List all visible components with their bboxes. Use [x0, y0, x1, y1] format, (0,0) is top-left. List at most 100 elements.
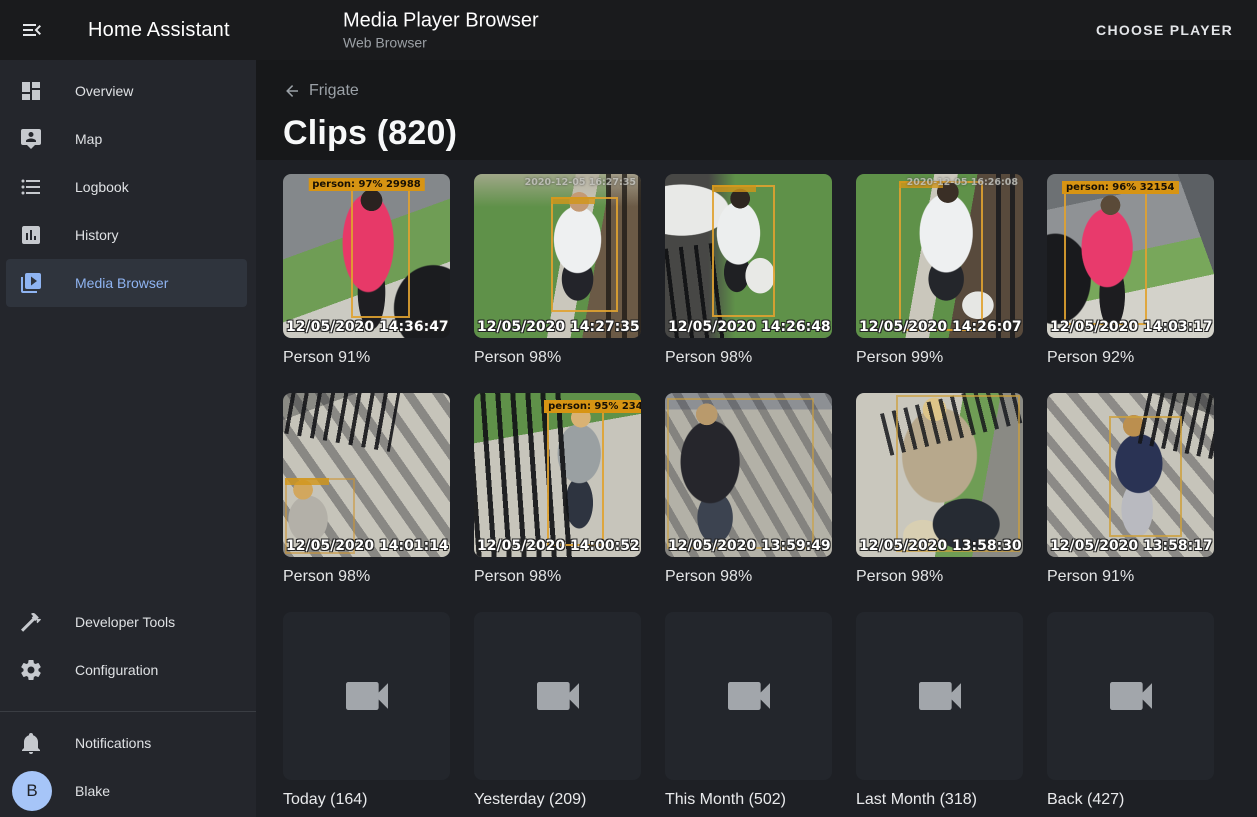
folder-tile-today[interactable]: Today (164)	[283, 612, 450, 809]
clip-timestamp-overlay: 12/05/2020 14:03:17	[1050, 319, 1212, 335]
clips-grid: person: 97% 29988 12/05/2020 14:36:47 Pe…	[283, 174, 1230, 809]
sidebar-item-user-profile[interactable]: B Blake	[0, 767, 256, 815]
sidebar-footer: Developer Tools Configuration Notificatio…	[0, 598, 256, 817]
detection-bounding-box	[667, 398, 814, 549]
video-camera-icon	[1103, 668, 1159, 724]
clip-label: Person 92%	[1047, 349, 1214, 367]
detection-bounding-box	[1109, 416, 1182, 537]
sidebar-item-history[interactable]: History	[0, 211, 256, 259]
clip-label: Person 98%	[856, 568, 1023, 586]
logbook-list-icon	[19, 175, 43, 199]
folder-tile-last-month[interactable]: Last Month (318)	[856, 612, 1023, 809]
hammer-icon	[19, 610, 43, 634]
sidebar-item-label: Overview	[75, 83, 133, 99]
sidebar: Overview Map Logbook History Media Browser D…	[0, 60, 256, 817]
sidebar-item-logbook[interactable]: Logbook	[0, 163, 256, 211]
clip-thumbnail: 12/05/2020 13:58:17	[1047, 393, 1214, 557]
clip-label: Person 98%	[474, 568, 641, 586]
dashboard-icon	[19, 79, 43, 103]
sidebar-item-notifications[interactable]: Notifications	[0, 719, 256, 767]
clip-timestamp-overlay: 12/05/2020 13:59:49	[668, 538, 830, 554]
media-browser-header: Frigate Clips (820)	[256, 60, 1257, 160]
clip-tile[interactable]: person: 95% 23432 12/05/2020 14:00:52 Pe…	[474, 393, 641, 612]
sidebar-item-label: Media Browser	[75, 275, 168, 291]
clip-label: Person 98%	[665, 568, 832, 586]
arrow-left-icon	[283, 82, 301, 100]
sidebar-item-label: Map	[75, 131, 102, 147]
sidebar-item-media-browser[interactable]: Media Browser	[6, 259, 247, 307]
folder-label: Last Month (318)	[856, 791, 1023, 809]
clip-label: Person 91%	[1047, 568, 1214, 586]
clip-tile[interactable]: 12/05/2020 13:58:17 Person 91%	[1047, 393, 1214, 612]
avatar: B	[12, 771, 52, 811]
clip-thumbnail: person: 97% 29988 12/05/2020 14:36:47	[283, 174, 450, 338]
media-browser-icon	[19, 271, 43, 295]
clip-tile[interactable]: person: 96% 32154 12/05/2020 14:03:17 Pe…	[1047, 174, 1214, 393]
gear-icon	[19, 658, 43, 682]
folder-thumbnail	[665, 612, 832, 780]
menu-open-icon	[20, 18, 44, 42]
page-title-block: Media Player Browser Web Browser	[343, 10, 539, 51]
clip-label: Person 98%	[474, 349, 641, 367]
media-browser-panel: Frigate Clips (820) person: 97% 29988 12…	[256, 60, 1257, 817]
app-title: Home Assistant	[88, 19, 230, 42]
clip-tile[interactable]: 2020-12-05 16:26:08 12/05/2020 14:26:07 …	[856, 174, 1023, 393]
folder-thumbnail	[1047, 612, 1214, 780]
folder-tile-yesterday[interactable]: Yesterday (209)	[474, 612, 641, 809]
clip-thumbnail: 12/05/2020 13:58:30	[856, 393, 1023, 557]
folder-tile-back[interactable]: Back (427)	[1047, 612, 1214, 809]
folder-tile-this-month[interactable]: This Month (502)	[665, 612, 832, 809]
video-camera-icon	[530, 668, 586, 724]
clip-label: Person 98%	[283, 568, 450, 586]
folder-label: Today (164)	[283, 791, 450, 809]
sidebar-footer-nav: Developer Tools Configuration	[0, 598, 256, 694]
detection-bounding-box	[896, 395, 1020, 552]
clip-timestamp-overlay: 12/05/2020 13:58:30	[859, 538, 1021, 554]
sidebar-toggle-button[interactable]	[8, 6, 56, 54]
video-camera-icon	[912, 668, 968, 724]
folder-thumbnail	[474, 612, 641, 780]
bell-icon	[19, 731, 43, 755]
detection-score-label: person: 96% 32154	[1062, 181, 1179, 194]
clip-thumbnail: 2020-12-05 16:26:08 12/05/2020 14:26:07	[856, 174, 1023, 338]
choose-player-button[interactable]: CHOOSE PLAYER	[1088, 12, 1241, 48]
breadcrumb-back-button[interactable]: Frigate	[283, 82, 359, 100]
folder-thumbnail	[856, 612, 1023, 780]
sidebar-item-label: Developer Tools	[75, 614, 175, 630]
clip-timestamp-overlay: 12/05/2020 13:58:17	[1050, 538, 1212, 554]
clip-tile[interactable]: person: 97% 29988 12/05/2020 14:36:47 Pe…	[283, 174, 450, 393]
page-subtitle: Web Browser	[343, 35, 539, 51]
clip-tile[interactable]: 12/05/2020 13:59:49 Person 98%	[665, 393, 832, 612]
folder-label: Back (427)	[1047, 791, 1214, 809]
sidebar-item-map[interactable]: Map	[0, 115, 256, 163]
clip-tile[interactable]: 12/05/2020 13:58:30 Person 98%	[856, 393, 1023, 612]
sidebar-item-label: Logbook	[75, 179, 129, 195]
detection-bounding-box	[351, 189, 409, 319]
breadcrumb-label: Frigate	[309, 82, 359, 100]
detection-bounding-box	[551, 197, 618, 312]
clip-label: Person 99%	[856, 349, 1023, 367]
folder-label: This Month (502)	[665, 791, 832, 809]
clip-thumbnail: 12/05/2020 14:26:48	[665, 174, 832, 338]
clip-timestamp-overlay: 12/05/2020 14:27:35	[477, 319, 639, 335]
map-account-icon	[19, 127, 43, 151]
clip-thumbnail: person: 95% 23432 12/05/2020 14:00:52	[474, 393, 641, 557]
detection-score-label: person: 97% 29988	[308, 178, 425, 191]
clip-timestamp-overlay: 12/05/2020 14:01:14	[286, 538, 448, 554]
sidebar-item-label: History	[75, 227, 119, 243]
clip-thumbnail: 12/05/2020 13:59:49	[665, 393, 832, 557]
sidebar-divider	[0, 711, 256, 712]
clip-tile[interactable]: 12/05/2020 14:26:48 Person 98%	[665, 174, 832, 393]
media-browser-content: person: 97% 29988 12/05/2020 14:36:47 Pe…	[256, 160, 1257, 817]
sidebar-item-configuration[interactable]: Configuration	[0, 646, 256, 694]
sidebar-item-overview[interactable]: Overview	[0, 67, 256, 115]
detection-bounding-box	[712, 185, 775, 316]
sidebar-item-developer-tools[interactable]: Developer Tools	[0, 598, 256, 646]
clip-tile[interactable]: 2020-12-05 16:27:35 12/05/2020 14:27:35 …	[474, 174, 641, 393]
history-chart-icon	[19, 223, 43, 247]
detection-bounding-box	[1064, 192, 1148, 325]
clip-label: Person 91%	[283, 349, 450, 367]
clip-timestamp-overlay: 12/05/2020 14:26:48	[668, 319, 830, 335]
clip-tile[interactable]: 12/05/2020 14:01:14 Person 98%	[283, 393, 450, 612]
camera-osd-timestamp: 2020-12-05 16:27:35	[525, 177, 636, 188]
